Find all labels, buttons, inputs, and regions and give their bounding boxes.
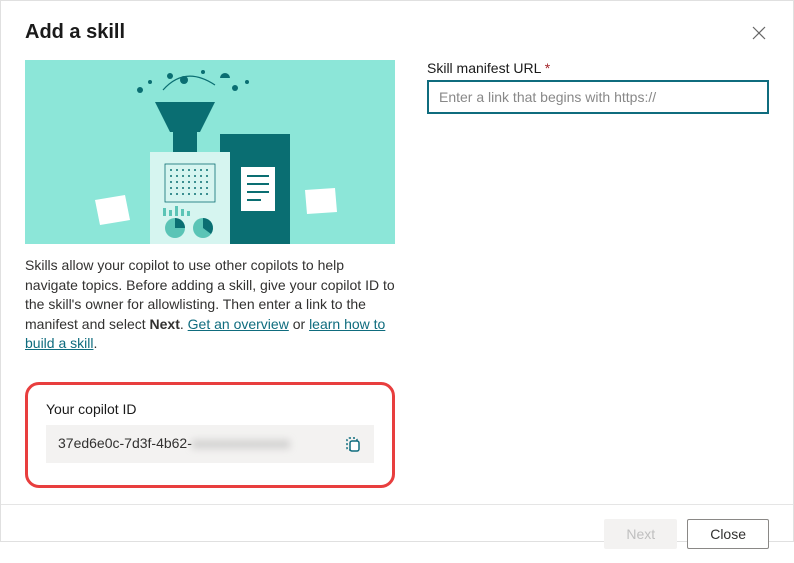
copilot-id-visible: 37ed6e0c-7d3f-4b62-: [58, 435, 192, 451]
copilot-id-row: 37ed6e0c-7d3f-4b62-xxxxxxxxxxxxxx: [46, 425, 374, 463]
dialog-title: Add a skill: [25, 21, 125, 44]
copilot-id-section: Your copilot ID 37ed6e0c-7d3f-4b62-xxxxx…: [25, 382, 395, 488]
skill-illustration: [25, 60, 395, 244]
skill-manifest-url-input[interactable]: [427, 80, 769, 114]
copy-icon[interactable]: [344, 435, 362, 453]
copilot-id-hidden: xxxxxxxxxxxxxx: [192, 435, 290, 451]
close-icon[interactable]: [749, 23, 769, 43]
description-separator: or: [289, 316, 309, 332]
copilot-id-value: 37ed6e0c-7d3f-4b62-xxxxxxxxxxxxxx: [58, 435, 290, 453]
description-next-word: Next: [150, 316, 180, 332]
next-button[interactable]: Next: [604, 519, 677, 549]
required-indicator: *: [545, 60, 550, 76]
url-field-label: Skill manifest URL *: [427, 60, 769, 76]
url-label-text: Skill manifest URL: [427, 60, 541, 76]
copilot-id-label: Your copilot ID: [46, 401, 374, 417]
link-get-overview[interactable]: Get an overview: [188, 316, 289, 332]
description-period: .: [180, 316, 188, 332]
close-button[interactable]: Close: [687, 519, 769, 549]
description-end-period: .: [93, 335, 97, 351]
description-text: Skills allow your copilot to use other c…: [25, 256, 395, 354]
